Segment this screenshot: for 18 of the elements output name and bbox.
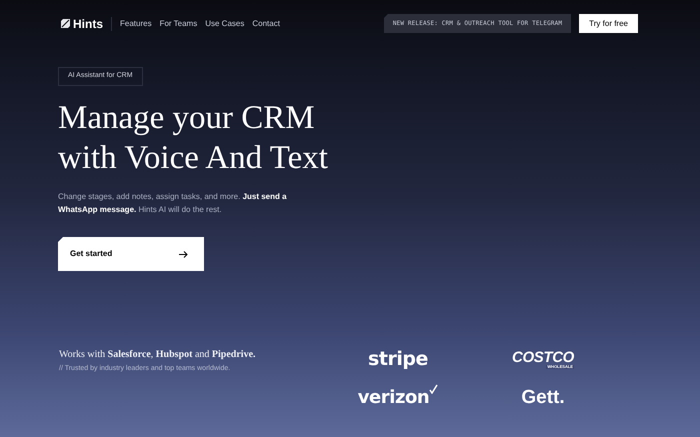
company-logo: stripe bbox=[368, 347, 428, 372]
nav-link[interactable]: Contact bbox=[252, 18, 280, 30]
nav-link[interactable]: Features bbox=[120, 18, 152, 30]
nav-link[interactable]: For Teams bbox=[160, 18, 198, 30]
hero-subtitle: Change stages, add notes, assign tasks, and more. Just send a WhatsApp message. Hints AI will do the rest. bbox=[58, 191, 288, 216]
hero-headline: Manage your CRM bbox=[58, 99, 316, 138]
partners-heading: Works with Salesforce, Hubspot and Pipedrive. bbox=[59, 348, 257, 362]
hero-headline: with Voice And Text bbox=[58, 139, 328, 178]
company-logo: verizon bbox=[358, 386, 430, 410]
brand-name: Hints bbox=[73, 16, 103, 32]
company-logo: COSTCO bbox=[512, 350, 574, 365]
logo-icon bbox=[61, 19, 70, 28]
get-started-button[interactable]: Get started bbox=[58, 237, 204, 271]
nav-link[interactable]: Use Cases bbox=[205, 18, 244, 30]
checkmark-icon bbox=[429, 384, 438, 394]
company-logo: Gett. bbox=[521, 386, 565, 410]
arrow-right-icon bbox=[179, 250, 188, 258]
try-for-free-button[interactable]: Try for free bbox=[579, 14, 638, 33]
